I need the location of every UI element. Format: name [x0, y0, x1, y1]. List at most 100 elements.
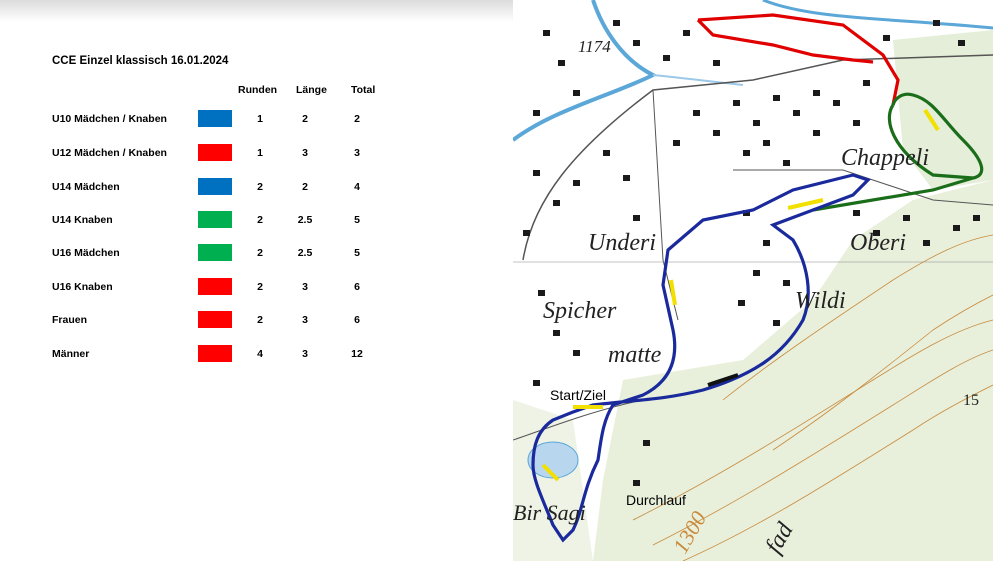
value-runden: 2 [257, 314, 263, 326]
building [853, 120, 860, 126]
building [533, 380, 540, 386]
category-label: Männer [52, 348, 90, 360]
building [973, 215, 980, 221]
category-label: Frauen [52, 314, 88, 326]
label-matte: matte [608, 342, 662, 368]
category-label: U14 Knaben [52, 214, 113, 226]
building [633, 40, 640, 46]
value-laenge: 3 [302, 314, 308, 326]
value-laenge: 2.5 [297, 247, 313, 259]
building [673, 140, 680, 146]
building [773, 95, 780, 101]
value-total: 12 [351, 348, 363, 360]
legend-row: U10 Mädchen / Knaben 1 2 2 [0, 110, 513, 130]
legend-row: Männer 4 3 12 [0, 345, 513, 365]
color-swatch [198, 278, 232, 295]
building [783, 280, 790, 286]
building [813, 130, 820, 136]
value-laenge: 3 [302, 147, 308, 159]
value-runden: 2 [257, 281, 263, 293]
building [813, 90, 820, 96]
value-total: 2 [354, 113, 360, 125]
label-oberi: Oberi [850, 230, 906, 256]
category-label: U14 Mädchen [52, 181, 120, 193]
label-spicher: Spicher [543, 298, 617, 324]
building [738, 300, 745, 306]
building [713, 130, 720, 136]
building [633, 215, 640, 221]
category-label: U16 Mädchen [52, 247, 120, 259]
building [533, 110, 540, 116]
value-laenge: 2.5 [297, 214, 313, 226]
building [558, 60, 565, 66]
value-total: 3 [354, 147, 360, 159]
building [753, 270, 760, 276]
color-swatch [198, 110, 232, 127]
building [523, 230, 530, 236]
building [953, 225, 960, 231]
value-laenge: 3 [302, 281, 308, 293]
building [763, 240, 770, 246]
value-total: 6 [354, 314, 360, 326]
building [863, 80, 870, 86]
building [923, 240, 930, 246]
building [663, 55, 670, 61]
color-swatch [198, 144, 232, 161]
legend-title: CCE Einzel klassisch 16.01.2024 [52, 55, 229, 67]
color-swatch [198, 178, 232, 195]
value-total: 5 [354, 214, 360, 226]
course-map: 1174 Chappeli Underi Oberi Spicher matte… [513, 0, 993, 561]
building [753, 120, 760, 126]
building [553, 330, 560, 336]
building [683, 30, 690, 36]
legend-row: U16 Mädchen 2 2.5 5 [0, 244, 513, 264]
value-runden: 2 [257, 214, 263, 226]
building [793, 110, 800, 116]
building [573, 180, 580, 186]
legend-row: U12 Mädchen / Knaben 1 3 3 [0, 144, 513, 164]
building [643, 440, 650, 446]
building [633, 480, 640, 486]
building [883, 35, 890, 41]
building [853, 210, 860, 216]
value-total: 4 [354, 181, 360, 193]
building [743, 150, 750, 156]
building [543, 30, 550, 36]
building [603, 150, 610, 156]
building [733, 100, 740, 106]
label-durchlauf: Durchlauf [626, 492, 686, 508]
color-swatch [198, 311, 232, 328]
header-total: Total [351, 84, 376, 96]
building [573, 350, 580, 356]
header-runden: Runden [238, 84, 278, 96]
value-runden: 4 [257, 348, 263, 360]
building [553, 200, 560, 206]
building [933, 20, 940, 26]
legend-row: U14 Mädchen 2 2 4 [0, 178, 513, 198]
color-swatch [198, 345, 232, 362]
label-saegi: Bir Sagi [513, 500, 586, 525]
category-label: U16 Knaben [52, 281, 113, 293]
color-swatch [198, 244, 232, 261]
legend-row: Frauen 2 3 6 [0, 311, 513, 331]
label-elevation-1174: 1174 [578, 37, 611, 56]
building [958, 40, 965, 46]
building [903, 215, 910, 221]
top-shade [0, 0, 513, 22]
building [573, 90, 580, 96]
value-total: 5 [354, 247, 360, 259]
building [833, 100, 840, 106]
building [613, 20, 620, 26]
building [533, 170, 540, 176]
label-elevation-15: 15 [963, 392, 979, 409]
value-laenge: 3 [302, 348, 308, 360]
building [783, 160, 790, 166]
value-total: 6 [354, 281, 360, 293]
legend-row: U14 Knaben 2 2.5 5 [0, 211, 513, 231]
label-start-ziel: Start/Ziel [550, 387, 606, 403]
value-laenge: 2 [302, 181, 308, 193]
category-label: U10 Mädchen / Knaben [52, 113, 167, 125]
header-laenge: Länge [296, 84, 327, 96]
value-runden: 1 [257, 147, 263, 159]
building [763, 140, 770, 146]
